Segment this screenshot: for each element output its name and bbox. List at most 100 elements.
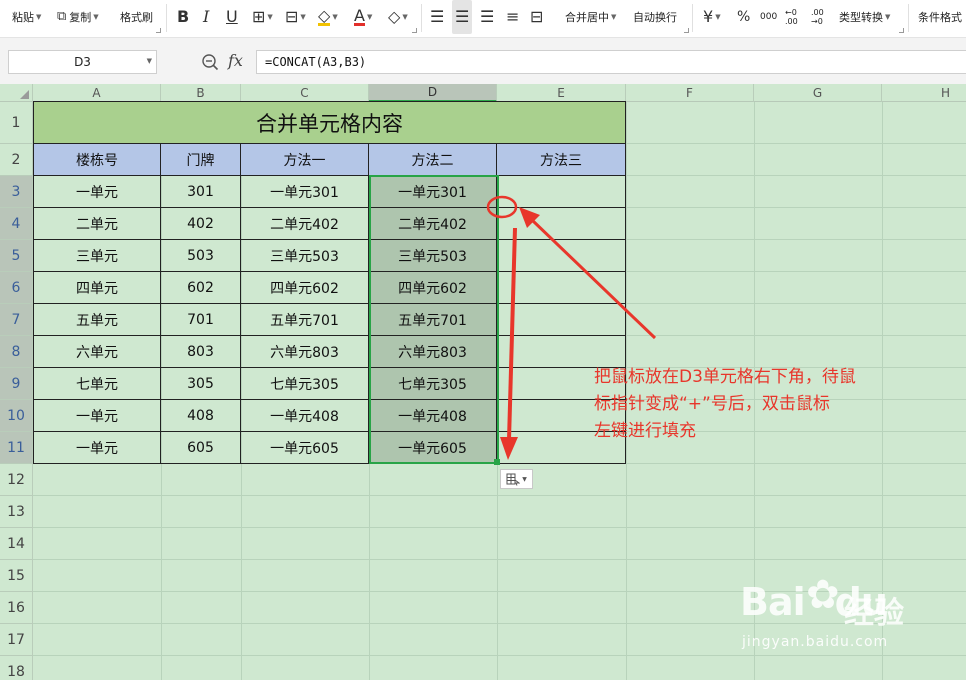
cell-c8[interactable]: 六单元803 bbox=[241, 336, 369, 368]
cell-c9[interactable]: 七单元305 bbox=[241, 368, 369, 400]
autofill-options-button[interactable]: ▼ bbox=[500, 469, 533, 489]
underline-button[interactable]: U bbox=[226, 0, 238, 34]
conditional-format-button[interactable]: 条件格式 bbox=[918, 0, 962, 34]
merge-center-button[interactable]: 合并居中 ▼ bbox=[565, 0, 616, 34]
align-right-button[interactable]: ☰ bbox=[480, 0, 494, 34]
font-color-button[interactable]: A ▼ bbox=[354, 0, 372, 34]
cell-a3[interactable]: 一单元 bbox=[33, 176, 161, 208]
cell-c7[interactable]: 五单元701 bbox=[241, 304, 369, 336]
row-header-16[interactable]: 16 bbox=[0, 592, 33, 624]
column-header-a[interactable]: A bbox=[33, 84, 161, 102]
column-header-d[interactable]: D bbox=[369, 84, 497, 102]
cell-b8[interactable]: 803 bbox=[161, 336, 241, 368]
column-header-e[interactable]: E bbox=[497, 84, 626, 102]
cell-d3[interactable]: 一单元301 bbox=[369, 176, 497, 208]
align-left-button[interactable]: ☰ bbox=[430, 0, 444, 34]
cell-a8[interactable]: 六单元 bbox=[33, 336, 161, 368]
italic-button[interactable]: I bbox=[203, 0, 209, 34]
row-header-11[interactable]: 11 bbox=[0, 432, 33, 464]
cell-d11[interactable]: 一单元605 bbox=[369, 432, 497, 464]
cell-d8[interactable]: 六单元803 bbox=[369, 336, 497, 368]
copy-button[interactable]: ⧉ 复制 ▼ bbox=[57, 0, 99, 34]
header-cell-door[interactable]: 门牌 bbox=[161, 144, 241, 176]
column-header-f[interactable]: F bbox=[626, 84, 754, 102]
cell-b4[interactable]: 402 bbox=[161, 208, 241, 240]
header-cell-method-1[interactable]: 方法一 bbox=[241, 144, 369, 176]
zoom-icon[interactable] bbox=[201, 53, 219, 71]
format-painter-button[interactable]: 格式刷 bbox=[120, 0, 153, 34]
fill-handle[interactable] bbox=[494, 459, 500, 465]
cell-d7[interactable]: 五单元701 bbox=[369, 304, 497, 336]
cell-d5[interactable]: 三单元503 bbox=[369, 240, 497, 272]
cell-a6[interactable]: 四单元 bbox=[33, 272, 161, 304]
currency-button[interactable]: ¥ ▼ bbox=[703, 0, 721, 34]
fill-color-button[interactable]: ◇ ▼ bbox=[318, 0, 338, 34]
cell-a4[interactable]: 二单元 bbox=[33, 208, 161, 240]
cell-b10[interactable]: 408 bbox=[161, 400, 241, 432]
row-header-10[interactable]: 10 bbox=[0, 400, 33, 432]
row-header-6[interactable]: 6 bbox=[0, 272, 33, 304]
header-cell-method-3[interactable]: 方法三 bbox=[497, 144, 626, 176]
cell-e5[interactable] bbox=[497, 240, 626, 272]
select-all-corner[interactable] bbox=[0, 84, 33, 102]
row-header-5[interactable]: 5 bbox=[0, 240, 33, 272]
clipboard-group-corner-icon[interactable] bbox=[156, 28, 161, 33]
cell-a5[interactable]: 三单元 bbox=[33, 240, 161, 272]
cell-c3[interactable]: 一单元301 bbox=[241, 176, 369, 208]
row-header-8[interactable]: 8 bbox=[0, 336, 33, 368]
cell-e3[interactable] bbox=[497, 176, 626, 208]
align-center-button[interactable]: ☰ bbox=[452, 0, 473, 34]
header-cell-building[interactable]: 楼栋号 bbox=[33, 144, 161, 176]
paste-button[interactable]: 粘贴 ▼ bbox=[12, 0, 41, 34]
formula-input[interactable]: =CONCAT(A3,B3) bbox=[256, 50, 966, 74]
cell-b6[interactable]: 602 bbox=[161, 272, 241, 304]
cell-b5[interactable]: 503 bbox=[161, 240, 241, 272]
cell-e4[interactable] bbox=[497, 208, 626, 240]
column-header-g[interactable]: G bbox=[754, 84, 882, 102]
row-header-14[interactable]: 14 bbox=[0, 528, 33, 560]
cell-c6[interactable]: 四单元602 bbox=[241, 272, 369, 304]
name-box[interactable]: D3 ▼ bbox=[8, 50, 157, 74]
type-convert-button[interactable]: 类型转换 ▼ bbox=[839, 0, 890, 34]
cell-c4[interactable]: 二单元402 bbox=[241, 208, 369, 240]
column-header-h[interactable]: H bbox=[882, 84, 966, 102]
borders-button[interactable]: ⊞ ▼ bbox=[252, 0, 273, 34]
clear-button[interactable]: ◇ ▼ bbox=[388, 0, 408, 34]
row-header-1[interactable]: 1 bbox=[0, 102, 33, 144]
cell-d4[interactable]: 二单元402 bbox=[369, 208, 497, 240]
row-header-4[interactable]: 4 bbox=[0, 208, 33, 240]
row-header-7[interactable]: 7 bbox=[0, 304, 33, 336]
cell-d10[interactable]: 一单元408 bbox=[369, 400, 497, 432]
font-group-corner-icon[interactable] bbox=[412, 28, 417, 33]
cell-a11[interactable]: 一单元 bbox=[33, 432, 161, 464]
cell-e7[interactable] bbox=[497, 304, 626, 336]
row-header-15[interactable]: 15 bbox=[0, 560, 33, 592]
cell-b11[interactable]: 605 bbox=[161, 432, 241, 464]
alignment-group-corner-icon[interactable] bbox=[684, 28, 689, 33]
cell-e6[interactable] bbox=[497, 272, 626, 304]
row-header-3[interactable]: 3 bbox=[0, 176, 33, 208]
cell-c5[interactable]: 三单元503 bbox=[241, 240, 369, 272]
bold-button[interactable]: B bbox=[177, 0, 189, 34]
row-header-12[interactable]: 12 bbox=[0, 464, 33, 496]
chevron-down-icon[interactable]: ▼ bbox=[147, 57, 152, 65]
column-header-c[interactable]: C bbox=[241, 84, 369, 102]
cell-c11[interactable]: 一单元605 bbox=[241, 432, 369, 464]
cell-a9[interactable]: 七单元 bbox=[33, 368, 161, 400]
decimal-decrease-button[interactable]: .00 →0 bbox=[811, 0, 829, 34]
wrap-text-button[interactable]: 自动换行 bbox=[633, 0, 677, 34]
column-header-b[interactable]: B bbox=[161, 84, 241, 102]
number-group-corner-icon[interactable] bbox=[899, 28, 904, 33]
row-header-2[interactable]: 2 bbox=[0, 144, 33, 176]
cell-b7[interactable]: 701 bbox=[161, 304, 241, 336]
row-header-18[interactable]: 18 bbox=[0, 656, 33, 680]
header-cell-method-2[interactable]: 方法二 bbox=[369, 144, 497, 176]
cell-a7[interactable]: 五单元 bbox=[33, 304, 161, 336]
cell-d9[interactable]: 七单元305 bbox=[369, 368, 497, 400]
row-header-17[interactable]: 17 bbox=[0, 624, 33, 656]
cell-a10[interactable]: 一单元 bbox=[33, 400, 161, 432]
distributed-align-button[interactable]: ⊟ bbox=[530, 0, 543, 34]
percent-button[interactable]: % bbox=[737, 0, 750, 34]
cell-c10[interactable]: 一单元408 bbox=[241, 400, 369, 432]
row-header-13[interactable]: 13 bbox=[0, 496, 33, 528]
